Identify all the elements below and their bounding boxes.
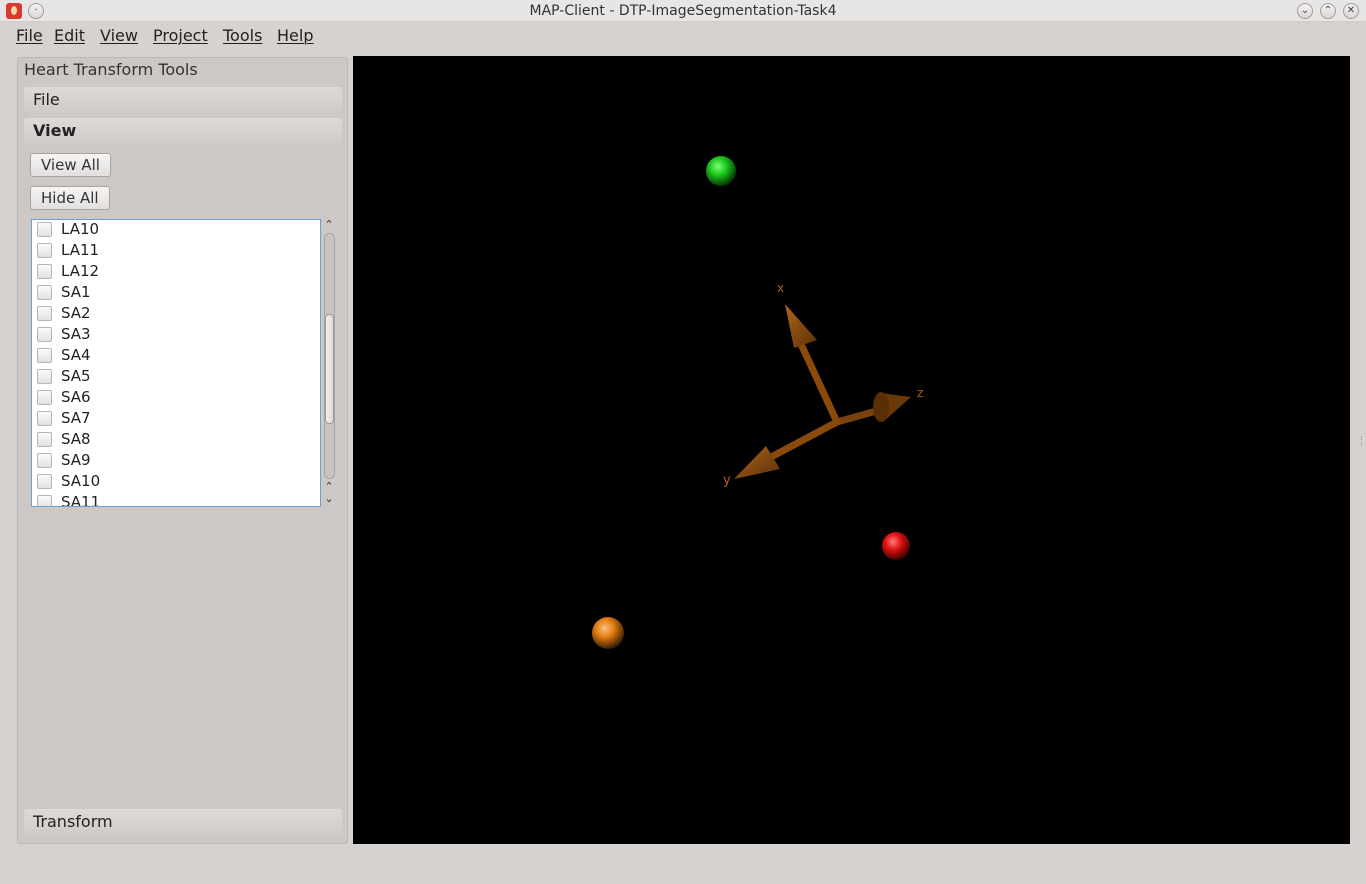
heart-transform-tools-panel: Heart Transform Tools File View View All… — [17, 57, 348, 844]
view-all-button[interactable]: View All — [30, 153, 111, 177]
close-icon[interactable]: ✕ — [1343, 3, 1359, 19]
checkbox[interactable] — [37, 495, 52, 506]
hide-all-button[interactable]: Hide All — [30, 186, 110, 210]
list-item[interactable]: SA11 — [32, 492, 320, 506]
checkbox[interactable] — [37, 285, 52, 300]
checkbox[interactable] — [37, 390, 52, 405]
window-title: MAP-Client - DTP-ImageSegmentation-Task4 — [529, 3, 837, 19]
y-axis-arrowhead — [734, 446, 780, 479]
menu-help[interactable]: Help — [277, 26, 313, 45]
section-file-header[interactable]: File — [24, 87, 342, 113]
list-item[interactable]: SA3 — [32, 324, 320, 345]
menu-view[interactable]: View — [100, 26, 138, 45]
maximize-icon[interactable]: ⌃ — [1320, 3, 1336, 19]
checkbox[interactable] — [37, 222, 52, 237]
checkbox[interactable] — [37, 348, 52, 363]
splitter-grip[interactable] — [1361, 436, 1364, 446]
menu-tools[interactable]: Tools — [223, 26, 262, 45]
list-item[interactable]: SA1 — [32, 282, 320, 303]
red-sphere[interactable] — [882, 532, 910, 560]
orange-sphere[interactable] — [592, 617, 624, 649]
checkbox[interactable] — [37, 327, 52, 342]
window-title-bar: · MAP-Client - DTP-ImageSegmentation-Tas… — [0, 0, 1366, 22]
x-axis-shaft — [796, 338, 841, 426]
menu-bar: File Edit View Project Tools Help — [0, 22, 1366, 50]
y-axis-shaft — [769, 418, 841, 460]
checkbox[interactable] — [37, 306, 52, 321]
scroll-up-icon[interactable]: ⌃ — [321, 219, 337, 231]
3d-viewport[interactable]: x y z — [353, 56, 1350, 844]
section-transform-header[interactable]: Transform — [24, 809, 342, 835]
list-item[interactable]: LA12 — [32, 261, 320, 282]
z-axis-label: z — [917, 386, 923, 400]
axes-triad: x y z — [723, 281, 923, 488]
list-item[interactable]: SA6 — [32, 387, 320, 408]
visibility-list[interactable]: LA10 LA11 LA12 SA1 SA2 SA3 SA4 SA5 SA6 S… — [31, 219, 321, 507]
checkbox[interactable] — [37, 432, 52, 447]
green-sphere[interactable] — [706, 156, 736, 186]
checkbox[interactable] — [37, 411, 52, 426]
checkbox[interactable] — [37, 453, 52, 468]
list-scrollbar[interactable]: ⌃ ⌃ ⌄ — [321, 219, 337, 507]
checkbox[interactable] — [37, 369, 52, 384]
scroll-track[interactable] — [324, 233, 335, 479]
list-item[interactable]: SA2 — [32, 303, 320, 324]
panel-title: Heart Transform Tools — [24, 60, 198, 79]
checkbox[interactable] — [37, 264, 52, 279]
z-axis-cone-base — [873, 392, 889, 422]
menu-project[interactable]: Project — [153, 26, 208, 45]
y-axis-label: y — [723, 473, 731, 488]
list-item[interactable]: LA10 — [32, 220, 320, 240]
checkbox[interactable] — [37, 474, 52, 489]
checkbox[interactable] — [37, 243, 52, 258]
list-item[interactable]: SA5 — [32, 366, 320, 387]
list-item[interactable]: SA9 — [32, 450, 320, 471]
x-axis-label: x — [777, 281, 784, 295]
section-view-header[interactable]: View — [24, 118, 342, 144]
scroll-thumb[interactable] — [325, 314, 334, 424]
list-item[interactable]: SA10 — [32, 471, 320, 492]
scene-svg: x y z — [592, 156, 923, 649]
menu-edit[interactable]: Edit — [54, 26, 85, 45]
minimize-icon[interactable]: ⌄ — [1297, 3, 1313, 19]
list-item[interactable]: SA8 — [32, 429, 320, 450]
list-item[interactable]: LA11 — [32, 240, 320, 261]
list-item[interactable]: SA4 — [32, 345, 320, 366]
menu-file[interactable]: File — [16, 26, 43, 45]
list-item[interactable]: SA7 — [32, 408, 320, 429]
x-axis-arrowhead — [785, 304, 817, 348]
scroll-down-icon[interactable]: ⌄ — [321, 493, 337, 505]
